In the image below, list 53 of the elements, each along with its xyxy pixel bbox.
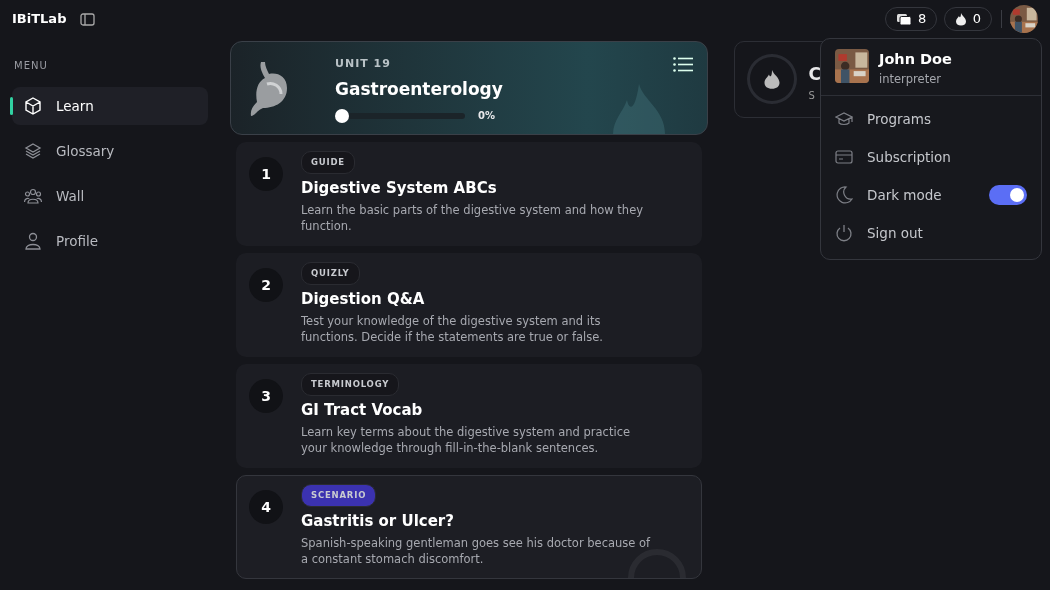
menu-item[interactable]: Subscription bbox=[821, 138, 1041, 176]
lesson-title: Gastritis or Ulcer? bbox=[301, 510, 455, 532]
lesson-number: 1 bbox=[249, 157, 283, 191]
sidebar-item[interactable]: Profile bbox=[12, 222, 208, 260]
lesson-description: Learn key terms about the digestive system and practice your knowledge through fill-in-the-blank sentences. bbox=[301, 424, 632, 457]
lesson-tag: TERMINOLOGY bbox=[301, 373, 400, 396]
unit-label: UNIT 19 bbox=[335, 56, 392, 72]
lesson-number: 2 bbox=[249, 268, 283, 302]
credit-card-icon bbox=[835, 148, 853, 166]
sidebar-toggle-icon[interactable] bbox=[80, 12, 96, 26]
cards-icon bbox=[895, 12, 912, 26]
user-name: John Doe bbox=[879, 50, 952, 69]
lesson-description: Spanish-speaking gentleman goes see his doctor because of a constant stomach discomfort. bbox=[301, 535, 651, 568]
lesson-title: Digestive System ABCs bbox=[301, 177, 498, 199]
card-subtitle: S bbox=[808, 88, 816, 103]
person-icon bbox=[24, 232, 42, 250]
layers-icon bbox=[24, 142, 42, 160]
user-role: interpreter bbox=[879, 70, 942, 88]
lesson-description: Learn the basic parts of the digestive system and how they function. bbox=[301, 202, 645, 235]
sidebar-item[interactable]: Wall bbox=[12, 177, 208, 215]
flame-icon bbox=[762, 68, 781, 90]
menu-heading: MENU bbox=[14, 59, 49, 73]
lesson-card[interactable]: 4 SCENARIO Gastritis or Ulcer? Spanish-speaking gentleman goes see his doctor because of a constant stomach discomfort. bbox=[236, 475, 702, 579]
lesson-title: GI Tract Vocab bbox=[301, 399, 424, 421]
list-icon[interactable] bbox=[673, 57, 693, 72]
lesson-card[interactable]: 3 TERMINOLOGY GI Tract Vocab Learn key terms about the digestive system and practice your knowledge through fill-in-the-blank sentences. bbox=[236, 364, 702, 468]
menu-item[interactable]: Dark mode bbox=[821, 176, 1041, 214]
card-title: C bbox=[808, 63, 821, 86]
people-icon bbox=[24, 187, 42, 205]
lesson-description: Test your knowledge of the digestive system and its functions. Decide if the statements are true or false. bbox=[301, 313, 604, 346]
lesson-card[interactable]: 1 GUIDE Digestive System ABCs Learn the basic parts of the digestive system and how they function. bbox=[236, 142, 702, 246]
lesson-tag: SCENARIO bbox=[301, 484, 377, 507]
flame-icon bbox=[954, 12, 967, 26]
lesson-tag: QUIZLY bbox=[301, 262, 360, 285]
streak-counter[interactable]: 0 bbox=[943, 7, 992, 31]
lesson-card[interactable]: 2 QUIZLY Digestion Q&A Test your knowledge of the digestive system and its functions. Decide if the statements are true or false. bbox=[236, 253, 702, 357]
cards-counter[interactable]: 8 bbox=[884, 7, 938, 31]
lesson-number: 4 bbox=[249, 490, 283, 524]
lesson-title: Digestion Q&A bbox=[301, 288, 426, 310]
menu-item[interactable]: Programs bbox=[821, 100, 1041, 138]
sidebar-item[interactable]: Glossary bbox=[12, 132, 208, 170]
power-icon bbox=[835, 224, 853, 242]
menu-item[interactable]: Sign out bbox=[821, 214, 1041, 252]
progress-reading: 0% bbox=[478, 109, 495, 123]
lesson-number: 3 bbox=[249, 379, 283, 413]
unit-title: Gastroenterology bbox=[335, 77, 503, 101]
graduation-cap-icon bbox=[835, 110, 853, 128]
brand-name: IBiTLab bbox=[12, 10, 67, 29]
sidebar-item[interactable]: Learn bbox=[12, 87, 208, 125]
cube-icon bbox=[24, 97, 42, 115]
dark-mode-switch[interactable] bbox=[989, 185, 1027, 205]
moon-icon bbox=[835, 186, 853, 204]
lesson-tag: GUIDE bbox=[301, 151, 355, 174]
